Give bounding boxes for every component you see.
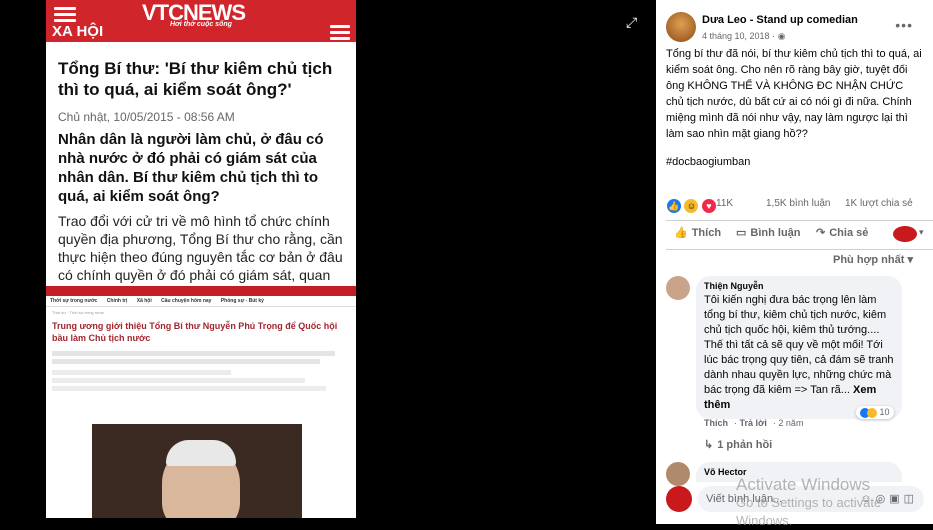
post-date[interactable]: 4 tháng 10, 2018 · ◉ [702, 31, 785, 42]
article-title: Tổng Bí thư: 'Bí thư kiêm chủ tịch thì t… [58, 59, 333, 99]
news-tab: Chính trị [106, 298, 128, 304]
thumbs-up-icon: 👍 [674, 227, 688, 239]
comment-text: Tôi kiến nghị đưa bác trọng lên làm tổng… [704, 294, 894, 411]
comment-reply-button[interactable]: Trả lời [740, 418, 767, 428]
post-photo[interactable]: VTCNEWS Hơi thở cuộc sống XA HỘI Tổng Bí … [0, 0, 656, 524]
news-tab: Phóng sự - Bút ký [220, 298, 264, 304]
menu-icon [54, 4, 76, 25]
comment-button[interactable]: ▭ Bình luận [736, 226, 801, 239]
avatar[interactable] [666, 276, 690, 300]
second-article-title: Trung ương giới thiệu Tổng Bí thư Nguyễn… [52, 321, 338, 343]
avatar[interactable] [666, 462, 690, 486]
second-article-screenshot: Thời sự trong nước Chính trị Xã hội Câu … [46, 286, 356, 518]
reaction-bar: 👍 ☺ ♥ 11K 1,5K bình luận 1K lượt chia sẻ [656, 190, 933, 218]
article: Tổng Bí thư: 'Bí thư kiêm chủ tịch thì t… [46, 42, 356, 302]
activate-windows-watermark: Activate Windows Go to Settings to activ… [736, 475, 882, 529]
commenter-name[interactable]: Thiện Nguyễn [704, 281, 894, 291]
globe-icon: ◉ [777, 31, 786, 41]
author-name[interactable]: Dưa Leo - Stand up comedian [702, 14, 858, 26]
comment-reactions[interactable]: 10 [856, 406, 894, 419]
post-panel: Dưa Leo - Stand up comedian 4 tháng 10, … [656, 0, 933, 524]
article-lead: Nhân dân là người làm chủ, ở đâu có nhà … [58, 131, 324, 205]
author-avatar[interactable] [666, 12, 696, 42]
comment-count[interactable]: 1,5K bình luận [766, 198, 831, 209]
news-tabs: Thời sự trong nước Chính trị Xã hội Câu … [46, 296, 356, 307]
news-tab: Xã hội [136, 298, 152, 304]
article-date: Chủ nhật, 10/05/2015 - 08:56 AM [58, 110, 235, 124]
reaction-count[interactable]: 11K [716, 198, 733, 209]
news-header: VTCNEWS Hơi thở cuộc sống XA HỘI [46, 0, 356, 42]
action-bar: 👍 Thích ▭ Bình luận ↷ Chia sẻ ▾ [666, 220, 933, 250]
chevron-down-icon[interactable]: ▾ [919, 227, 924, 238]
comment-icon: ▭ [736, 227, 747, 239]
share-count[interactable]: 1K lượt chia sẻ [845, 198, 913, 209]
share-icon: ↷ [816, 227, 826, 239]
user-avatar [666, 486, 692, 512]
post-header: Dưa Leo - Stand up comedian 4 tháng 10, … [656, 0, 933, 46]
comment-bubble: Thiện Nguyễn Tôi kiến nghị đưa bác trọng… [696, 276, 902, 419]
hair-shape [166, 440, 236, 466]
menu-icon [330, 22, 350, 43]
article-screenshot: VTCNEWS Hơi thở cuộc sống XA HỘI Tổng Bí … [46, 0, 356, 518]
reply-arrow-icon: ↳ [704, 439, 714, 451]
news-nav-bar [46, 286, 356, 296]
share-button[interactable]: ↷ Chia sẻ [816, 226, 868, 239]
reaction-icons[interactable]: 👍 ☺ ♥ [666, 196, 717, 214]
second-article-body [46, 346, 356, 396]
comment-meta: Thích · Trả lời · 2 năm [704, 418, 804, 428]
post-text: Tổng bí thư đã nói, bí thư kiêm chủ tịch… [666, 48, 922, 140]
more-options-icon[interactable]: ••• [895, 17, 913, 33]
view-replies-link[interactable]: ↳ 1 phản hồi [704, 438, 772, 451]
comment-sort[interactable]: Phù hợp nhất ▾ [833, 253, 913, 266]
like-icon: 👍 [666, 198, 682, 214]
news-logo: VTCNEWS Hơi thở cuộc sống [142, 0, 246, 28]
love-icon: ♥ [700, 198, 717, 214]
news-breadcrumb: Thời sự · Thời sự trong nước [52, 310, 105, 315]
like-button[interactable]: 👍 Thích [674, 226, 721, 239]
chevron-down-icon: ▾ [907, 254, 913, 266]
red-scribble[interactable] [893, 226, 917, 242]
haha-icon: ☺ [683, 198, 700, 214]
wow-icon [867, 407, 877, 418]
portrait-image [92, 424, 302, 518]
expand-icon[interactable]: ⤢ [626, 14, 637, 31]
news-tab: Câu chuyện hôm nay [161, 298, 212, 304]
comment-time[interactable]: 2 năm [778, 418, 803, 428]
post-hashtag[interactable]: #docbaogiumban [656, 156, 933, 168]
section-label: XA HỘI [52, 23, 104, 40]
news-tab: Thời sự trong nước [50, 298, 98, 304]
comment-like-button[interactable]: Thích [704, 418, 728, 428]
